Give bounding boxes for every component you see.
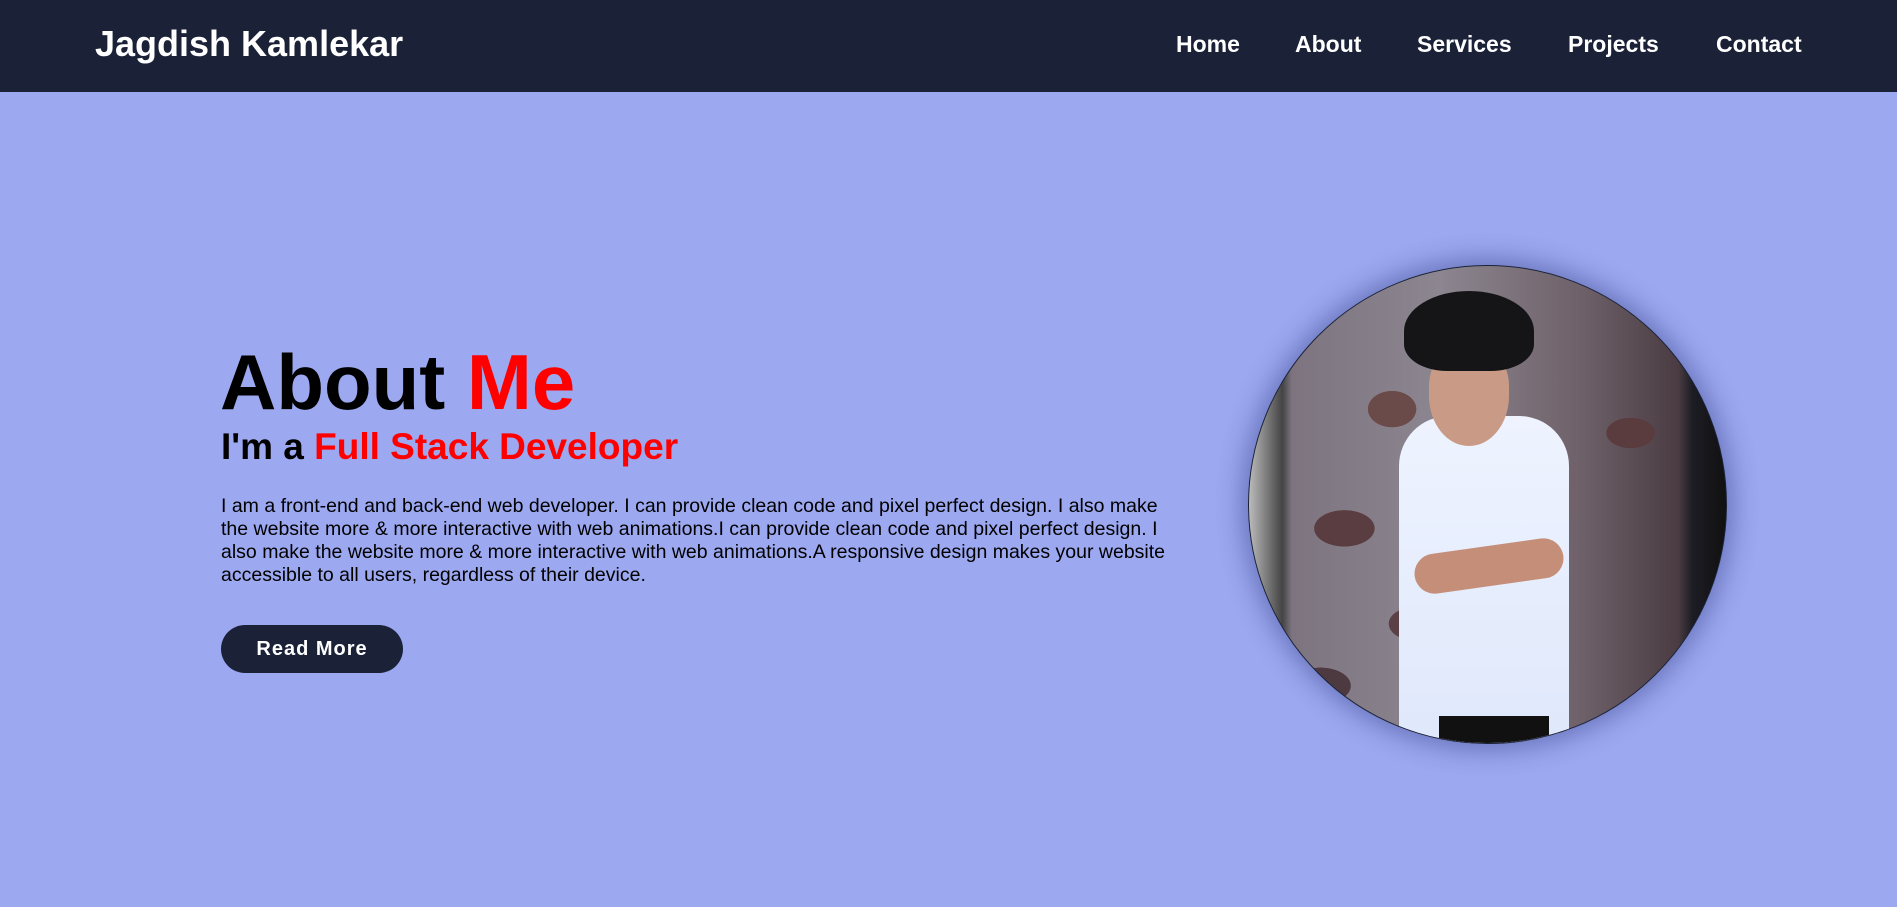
photo-hair	[1404, 291, 1534, 371]
about-subtitle: I'm a Full Stack Developer	[221, 426, 678, 468]
about-title-part1: About	[220, 338, 446, 426]
site-logo[interactable]: Jagdish Kamlekar	[95, 23, 403, 65]
subtitle-part1: I'm a	[221, 426, 304, 467]
photo-pants	[1439, 716, 1549, 743]
profile-photo	[1248, 265, 1727, 744]
about-title-highlight: Me	[466, 338, 576, 426]
about-title: About Me	[220, 337, 575, 427]
nav-projects[interactable]: Projects	[1568, 31, 1659, 58]
nav-home[interactable]: Home	[1176, 31, 1240, 58]
read-more-button[interactable]: Read More	[221, 625, 403, 673]
nav-about[interactable]: About	[1295, 31, 1361, 58]
about-paragraph: I am a front-end and back-end web develo…	[221, 495, 1166, 586]
subtitle-highlight: Full Stack Developer	[314, 426, 679, 467]
nav-services[interactable]: Services	[1417, 31, 1512, 58]
site-header: Jagdish Kamlekar Home About Services Pro…	[0, 0, 1897, 92]
nav-contact[interactable]: Contact	[1716, 31, 1802, 58]
